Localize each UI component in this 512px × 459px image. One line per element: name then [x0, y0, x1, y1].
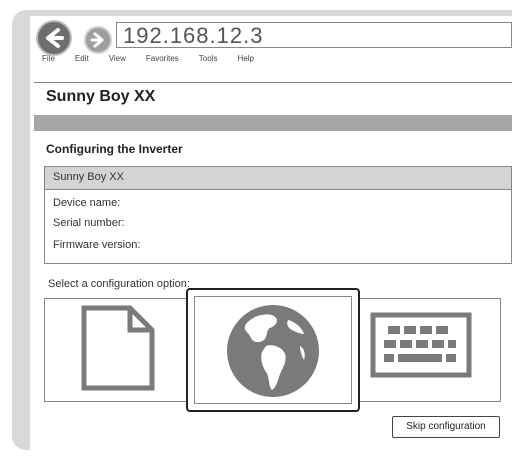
option-keyboard[interactable] [370, 312, 472, 383]
option-document[interactable] [80, 304, 156, 397]
address-bar-url: 192.168.12.3 [123, 23, 264, 48]
menu-file[interactable]: File [42, 54, 55, 68]
section-title: Configuring the Inverter [46, 142, 183, 156]
menu-help[interactable]: Help [237, 54, 253, 68]
device-info-header: Sunny Boy XX [45, 167, 511, 190]
arrow-right-icon [90, 32, 104, 48]
address-bar[interactable]: 192.168.12.3 [116, 22, 512, 48]
firmware-version-label: Firmware version: [53, 239, 141, 251]
device-name-label: Device name: [53, 197, 121, 209]
serial-number-label: Serial number: [53, 217, 125, 229]
menu-bar: File Edit View Favorites Tools Help [42, 54, 254, 68]
device-info-title: Sunny Boy XX [53, 171, 124, 183]
menu-view[interactable]: View [109, 54, 126, 68]
page-title: Sunny Boy XX [46, 88, 156, 105]
back-button[interactable] [36, 20, 72, 56]
menu-edit[interactable]: Edit [75, 54, 89, 68]
menu-tools[interactable]: Tools [199, 54, 218, 68]
globe-icon [227, 305, 319, 397]
document-icon [81, 305, 155, 391]
select-option-label: Select a configuration option: [48, 278, 190, 290]
arrow-left-icon [46, 28, 64, 48]
menu-favorites[interactable]: Favorites [146, 54, 179, 68]
option-globe[interactable] [186, 288, 360, 412]
header-divider-bar [34, 115, 512, 131]
device-info-card: Sunny Boy XX Device name: Serial number:… [44, 166, 512, 264]
skip-configuration-button[interactable]: Skip configuration [392, 416, 500, 438]
forward-button[interactable] [84, 26, 112, 54]
page-header: Sunny Boy XX [34, 82, 512, 116]
keyboard-icon [370, 312, 472, 378]
